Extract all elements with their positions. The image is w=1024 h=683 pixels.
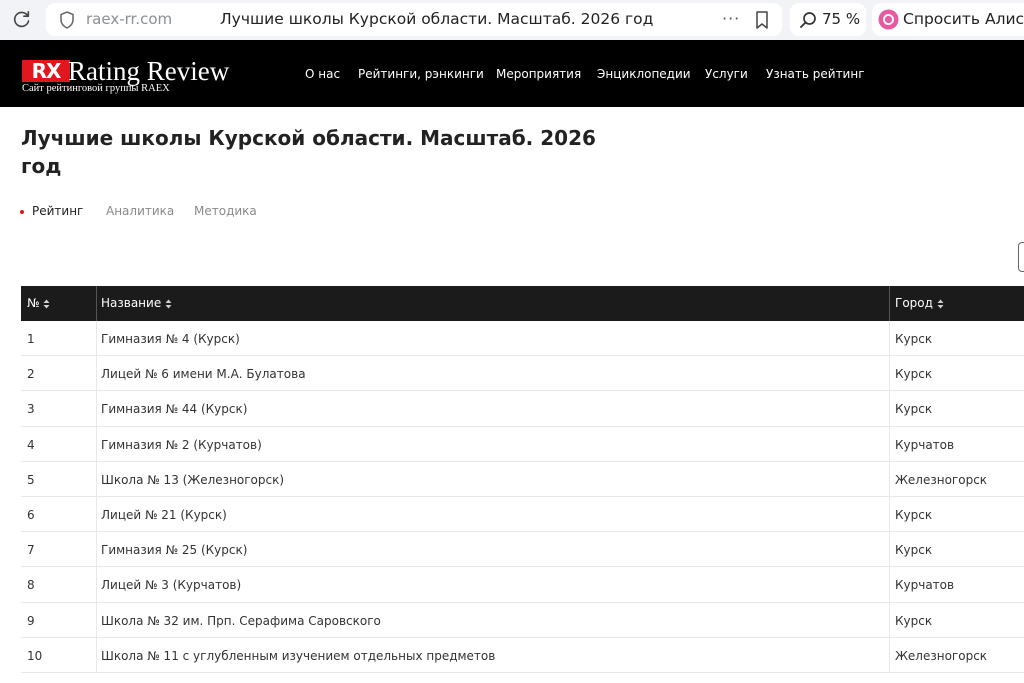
cell-name: Гимназия № 25 (Курск) — [101, 543, 248, 558]
cell-city: Курск — [895, 543, 933, 558]
nav-item-ratings[interactable]: Рейтинги, рэнкинги — [358, 67, 484, 81]
cell-number: 1 — [27, 332, 35, 346]
cell-city: Курск — [895, 613, 933, 628]
cell-number: 8 — [27, 578, 35, 593]
cell-divider — [96, 391, 97, 427]
cell-number: 10 — [27, 648, 43, 663]
cell-number: 3 — [27, 402, 35, 417]
download-button-edge[interactable] — [1018, 242, 1024, 272]
cell-city: Железногорск — [895, 472, 988, 487]
cell-divider — [889, 532, 890, 568]
nav-item-encyclopedias[interactable]: Энциклопедии — [597, 67, 691, 81]
cell-name: Школа № 11 с углубленным изучением отдел… — [101, 648, 496, 663]
logo-subtitle: Сайт рейтинговой группы RAEX — [22, 83, 170, 94]
cell-city: Курск — [895, 332, 933, 346]
sort-icon — [165, 299, 172, 308]
table-row[interactable]: 2 Лицей № 6 имени М.А. Булатова Курск — [21, 356, 1024, 392]
cell-divider — [889, 637, 890, 673]
sort-icon — [43, 299, 50, 308]
cell-number: 5 — [27, 472, 35, 487]
cell-name: Лицей № 21 (Курск) — [101, 507, 227, 522]
alice-icon[interactable] — [878, 9, 899, 30]
logo-name: Rating Review — [68, 56, 230, 86]
cell-name: Лицей № 3 (Курчатов) — [101, 578, 242, 593]
cell-city: Курск — [895, 367, 933, 382]
table-row[interactable]: 4 Гимназия № 2 (Курчатов) Курчатов — [21, 426, 1024, 462]
url-text[interactable]: raex-rr.com — [86, 10, 172, 28]
cell-divider — [889, 321, 890, 356]
page-title: Лучшие школы Курской области. Масштаб. 2… — [21, 124, 601, 180]
nav-item-about[interactable]: О нас — [305, 67, 340, 81]
bookmark-icon[interactable] — [754, 10, 770, 30]
browser-toolbar: raex-rr.com Лучшие школы Курской области… — [0, 0, 1024, 40]
reload-icon[interactable] — [12, 9, 32, 29]
zoom-search-icon[interactable] — [798, 10, 818, 30]
tab-methodology[interactable]: Методика — [194, 204, 257, 218]
cell-name: Гимназия № 4 (Курск) — [101, 332, 240, 346]
cell-divider — [96, 602, 97, 638]
alice-label[interactable]: Спросить Алису — [903, 10, 1024, 28]
cell-name: Школа № 32 им. Прп. Серафима Саровского — [101, 613, 381, 628]
nav-item-events[interactable]: Мероприятия — [496, 67, 581, 81]
rating-table: № Название Город 1 Гимназия № 4 (Курск) … — [21, 286, 1024, 673]
cell-divider — [889, 426, 890, 462]
table-header: № Название Город — [21, 286, 1024, 321]
logo-mark: RX — [22, 60, 70, 82]
tab-analytics[interactable]: Аналитика — [106, 204, 174, 218]
cell-divider — [889, 391, 890, 427]
cell-divider — [889, 567, 890, 603]
active-tab-marker — [20, 210, 24, 214]
cell-divider — [96, 532, 97, 568]
cell-city: Курск — [895, 507, 933, 522]
column-header-name[interactable]: Название — [101, 286, 172, 321]
zoom-level[interactable]: 75 % — [822, 10, 860, 28]
column-divider — [96, 286, 97, 321]
cell-number: 7 — [27, 543, 35, 558]
shield-icon[interactable] — [58, 10, 76, 30]
cell-city: Курчатов — [895, 437, 955, 452]
page-tab-title: Лучшие школы Курской области. Масштаб. 2… — [220, 10, 654, 28]
column-divider — [889, 286, 890, 321]
cell-divider — [96, 496, 97, 532]
more-options-icon[interactable]: ··· — [722, 9, 740, 28]
cell-number: 6 — [27, 507, 35, 522]
table-row[interactable]: 10 Школа № 11 с углубленным изучением от… — [21, 637, 1024, 673]
cell-name: Школа № 13 (Железногорск) — [101, 472, 285, 487]
column-header-city[interactable]: Город — [895, 286, 944, 321]
nav-item-get-rating[interactable]: Узнать рейтинг — [766, 67, 865, 81]
cell-city: Курск — [895, 402, 933, 417]
cell-divider — [96, 461, 97, 497]
cell-divider — [889, 356, 890, 392]
cell-name: Гимназия № 44 (Курск) — [101, 402, 248, 417]
table-row[interactable]: 7 Гимназия № 25 (Курск) Курск — [21, 532, 1024, 568]
cell-name: Гимназия № 2 (Курчатов) — [101, 437, 262, 452]
cell-divider — [96, 426, 97, 462]
cell-divider — [96, 321, 97, 356]
cell-name: Лицей № 6 имени М.А. Булатова — [101, 367, 306, 382]
page-title-line1: Лучшие школы Курской области. Масштаб. 2… — [21, 126, 596, 150]
cell-divider — [889, 602, 890, 638]
table-row[interactable]: 3 Гимназия № 44 (Курск) Курск — [21, 391, 1024, 427]
tab-rating[interactable]: Рейтинг — [32, 204, 83, 218]
page-title-line2: год — [21, 154, 62, 178]
table-row[interactable]: 9 Школа № 32 им. Прп. Серафима Саровског… — [21, 602, 1024, 638]
table-row[interactable]: 5 Школа № 13 (Железногорск) Железногорск — [21, 461, 1024, 497]
cell-divider — [96, 637, 97, 673]
cell-divider — [889, 461, 890, 497]
table-row[interactable]: 8 Лицей № 3 (Курчатов) Курчатов — [21, 567, 1024, 603]
cell-city: Железногорск — [895, 648, 988, 663]
column-header-number[interactable]: № — [27, 286, 50, 321]
nav-item-services[interactable]: Услуги — [705, 67, 748, 81]
sort-icon — [937, 299, 944, 308]
cell-number: 9 — [27, 613, 35, 628]
cell-divider — [96, 567, 97, 603]
cell-divider — [889, 496, 890, 532]
cell-divider — [96, 356, 97, 392]
cell-number: 4 — [27, 437, 35, 452]
site-header: RX Rating Review Сайт рейтинговой группы… — [0, 40, 1024, 107]
cell-city: Курчатов — [895, 578, 955, 593]
table-row[interactable]: 1 Гимназия № 4 (Курск) Курск — [21, 321, 1024, 357]
table-row[interactable]: 6 Лицей № 21 (Курск) Курск — [21, 496, 1024, 533]
cell-number: 2 — [27, 367, 35, 382]
